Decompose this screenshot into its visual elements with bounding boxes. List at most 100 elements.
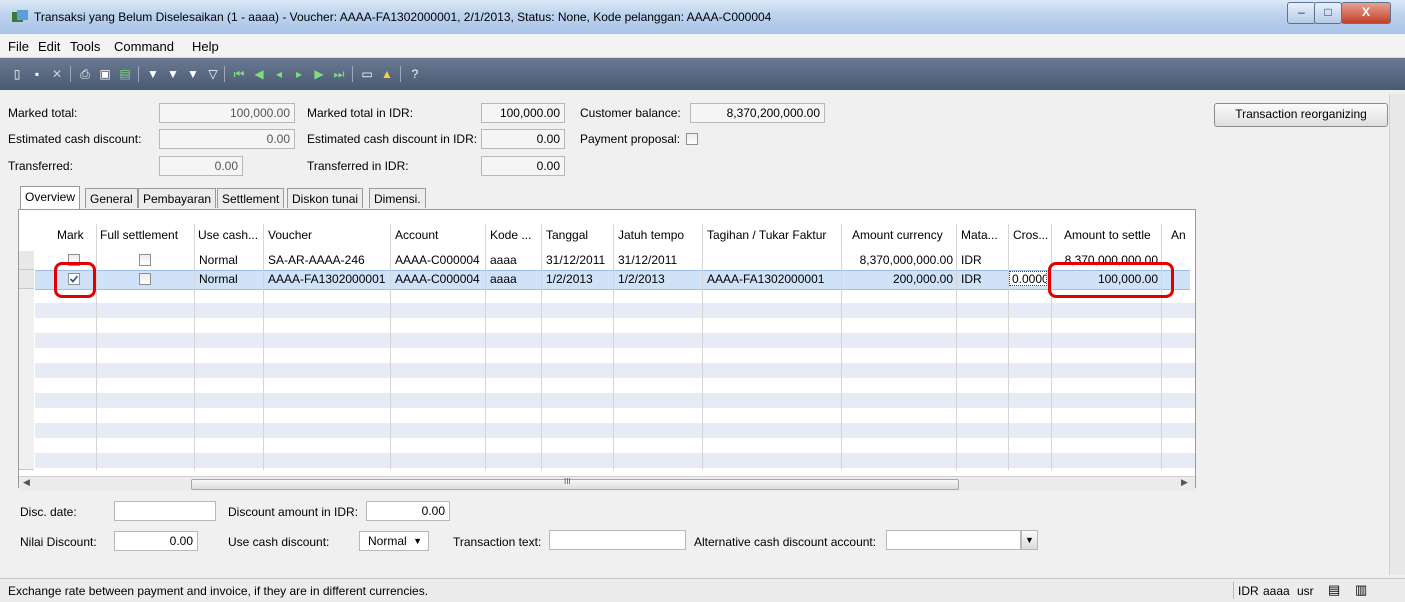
menu-tools[interactable]: Tools <box>70 39 100 54</box>
header-an[interactable]: An <box>1171 228 1186 242</box>
tab-general[interactable]: General <box>85 188 138 208</box>
export-excel-icon[interactable]: ▤ <box>118 67 132 81</box>
row2-amount-currency[interactable]: 200,000.00 <box>841 272 953 286</box>
row2-use-cash[interactable]: Normal <box>199 272 238 286</box>
row2-jatuh-tempo[interactable]: 1/2/2013 <box>618 272 665 286</box>
vertical-scrollbar[interactable] <box>1389 94 1405 575</box>
transferred-idr-label: Transferred in IDR: <box>307 159 409 173</box>
advanced-filter-icon[interactable]: ▼ <box>186 67 200 81</box>
database-icon[interactable]: ▤ <box>1328 582 1340 598</box>
row2-cros[interactable]: 0.0000 <box>1009 271 1047 286</box>
row2-tagihan[interactable]: AAAA-FA1302000001 <box>707 272 824 286</box>
menu-help[interactable]: Help <box>192 39 219 54</box>
header-account[interactable]: Account <box>395 228 438 242</box>
previous-page-icon[interactable]: ◀ <box>252 67 266 81</box>
document-handling-icon[interactable]: ▭ <box>360 67 374 81</box>
print-preview-icon[interactable]: ▣ <box>98 67 112 81</box>
close-button[interactable]: X <box>1341 2 1391 24</box>
header-amount-to-settle[interactable]: Amount to settle <box>1064 228 1151 242</box>
menu-file[interactable]: File <box>8 39 29 54</box>
header-use-cash[interactable]: Use cash... <box>198 228 258 242</box>
row1-tanggal[interactable]: 31/12/2011 <box>546 253 605 267</box>
row1-amount-currency[interactable]: 8,370,000,000.00 <box>841 253 953 267</box>
row2-voucher[interactable]: AAAA-FA1302000001 <box>268 272 385 286</box>
discount-idr-field[interactable]: 0.00 <box>366 501 450 521</box>
est-cash-discount-label: Estimated cash discount: <box>8 132 142 146</box>
alt-account-dropdown-icon[interactable]: ▼ <box>1021 530 1038 550</box>
menu-bar: File Edit Tools Command Help <box>0 34 1405 58</box>
next-page-icon[interactable]: ▶ <box>312 67 326 81</box>
marked-total-label: Marked total: <box>8 106 78 120</box>
filter-by-selection-icon[interactable]: ▼ <box>166 67 180 81</box>
remove-filter-icon[interactable]: ▽ <box>206 67 220 81</box>
tab-overview[interactable]: Overview <box>20 186 81 210</box>
row1-kode[interactable]: aaaa <box>490 253 517 267</box>
maximize-button[interactable]: □ <box>1314 2 1342 24</box>
row2-kode[interactable]: aaaa <box>490 272 517 286</box>
row1-jatuh-tempo[interactable]: 31/12/2011 <box>618 253 677 267</box>
nilai-discount-field[interactable]: 0.00 <box>114 531 198 551</box>
nilai-discount-label: Nilai Discount: <box>20 535 97 549</box>
use-cash-discount-label: Use cash discount: <box>228 535 330 549</box>
marked-total-idr-label: Marked total in IDR: <box>307 106 414 120</box>
est-cash-discount-field: 0.00 <box>159 129 295 149</box>
row1-full-settlement-checkbox[interactable] <box>139 254 151 266</box>
previous-record-icon[interactable]: ◂ <box>272 67 286 81</box>
new-icon[interactable]: ▯ <box>10 67 24 81</box>
alt-account-field[interactable] <box>886 530 1021 550</box>
window-title: Transaksi yang Belum Diselesaikan (1 - a… <box>34 10 772 24</box>
tab-dimensi[interactable]: Dimensi. <box>369 188 426 208</box>
help-icon[interactable]: ? <box>408 67 422 81</box>
menu-edit[interactable]: Edit <box>38 39 60 54</box>
delete-icon[interactable]: ✕ <box>50 67 64 81</box>
est-cash-discount-idr-label: Estimated cash discount in IDR: <box>307 132 478 146</box>
menu-command[interactable]: Command <box>114 39 174 54</box>
transferred-field: 0.00 <box>159 156 243 176</box>
status-currency[interactable]: IDR <box>1238 584 1259 598</box>
last-record-icon[interactable]: ⏭ <box>332 67 346 81</box>
first-record-icon[interactable]: ⏮ <box>232 67 246 81</box>
row2-full-settlement-checkbox[interactable] <box>139 273 151 285</box>
header-kode[interactable]: Kode ... <box>490 228 531 242</box>
est-cash-discount-idr-field: 0.00 <box>481 129 565 149</box>
row1-use-cash[interactable]: Normal <box>199 253 238 267</box>
row2-tanggal[interactable]: 1/2/2013 <box>546 272 593 286</box>
transaction-text-field[interactable] <box>549 530 686 550</box>
header-mata[interactable]: Mata... <box>961 228 998 242</box>
alert-icon[interactable]: ▲ <box>380 67 394 81</box>
horizontal-scrollbar[interactable]: ◀ III ▶ <box>19 476 1195 491</box>
save-icon[interactable]: ▪ <box>30 67 44 81</box>
payment-proposal-checkbox[interactable] <box>686 133 698 145</box>
header-full-settlement[interactable]: Full settlement <box>100 228 178 242</box>
row1-voucher[interactable]: SA-AR-AAAA-246 <box>268 253 365 267</box>
row2-mata[interactable]: IDR <box>961 272 982 286</box>
payment-proposal-label: Payment proposal: <box>580 132 681 146</box>
row1-account[interactable]: AAAA-C000004 <box>395 253 480 267</box>
row1-mata[interactable]: IDR <box>961 253 982 267</box>
print-icon[interactable]: ⎙ <box>78 67 92 81</box>
filter-icon[interactable]: ▼ <box>146 67 160 81</box>
header-mark[interactable]: Mark <box>57 228 84 242</box>
header-cros[interactable]: Cros... <box>1013 228 1048 242</box>
marked-total-idr-field: 100,000.00 <box>481 103 565 123</box>
row2-account[interactable]: AAAA-C000004 <box>395 272 480 286</box>
server-icon[interactable]: ▥ <box>1355 582 1367 598</box>
scroll-left-icon[interactable]: ◀ <box>23 477 30 488</box>
scroll-thumb[interactable]: III <box>191 477 959 490</box>
status-company[interactable]: aaaa <box>1263 584 1290 598</box>
header-amount-currency[interactable]: Amount currency <box>852 228 943 242</box>
tab-settlement[interactable]: Settlement <box>217 188 285 208</box>
transaction-reorganizing-button[interactable]: Transaction reorganizing <box>1214 103 1388 127</box>
minimize-button[interactable]: – <box>1287 2 1316 24</box>
header-tanggal[interactable]: Tanggal <box>546 228 588 242</box>
tab-pembayaran[interactable]: Pembayaran <box>138 188 217 208</box>
use-cash-discount-select[interactable]: Normal ▼ <box>359 531 429 551</box>
header-tagihan[interactable]: Tagihan / Tukar Faktur <box>707 228 826 242</box>
disc-date-field[interactable] <box>114 501 216 521</box>
header-jatuh-tempo[interactable]: Jatuh tempo <box>618 228 684 242</box>
header-voucher[interactable]: Voucher <box>268 228 312 242</box>
tab-diskon-tunai[interactable]: Diskon tunai <box>287 188 364 208</box>
next-record-icon[interactable]: ▸ <box>292 67 306 81</box>
status-user[interactable]: usr <box>1297 584 1314 598</box>
scroll-right-icon[interactable]: ▶ <box>1181 477 1188 488</box>
